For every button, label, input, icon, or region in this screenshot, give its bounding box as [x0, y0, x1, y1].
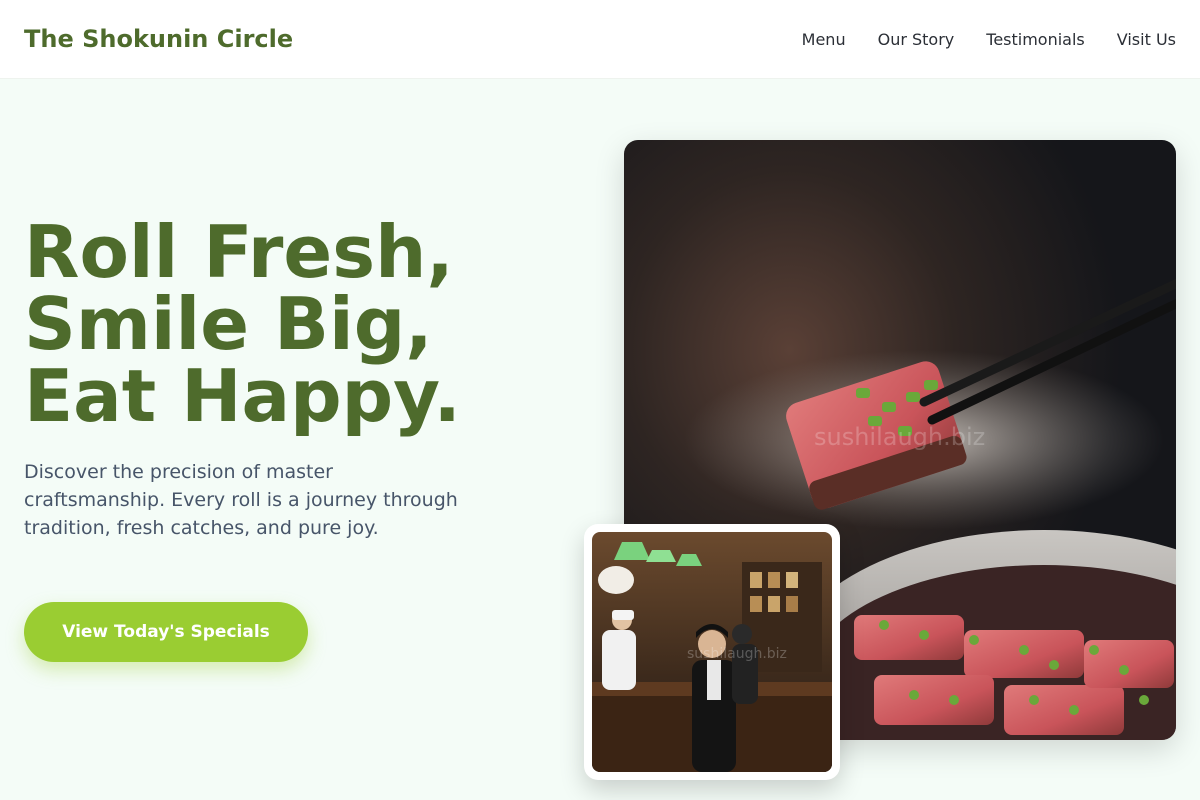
brand-logo[interactable]: The Shokunin Circle: [24, 25, 293, 53]
hero-title: Roll Fresh, Smile Big, Eat Happy.: [24, 216, 584, 432]
main-nav: Menu Our Story Testimonials Visit Us: [802, 30, 1176, 49]
hero-subtitle: Discover the precision of master craftsm…: [24, 461, 458, 539]
chef-counter-image: sushilaugh.biz: [592, 532, 832, 772]
nav-testimonials[interactable]: Testimonials: [986, 30, 1085, 49]
hero-title-line-1: Roll Fresh,: [24, 210, 454, 294]
nav-our-story[interactable]: Our Story: [878, 30, 955, 49]
hero-title-line-2: Smile Big,: [24, 282, 433, 366]
site-header: The Shokunin Circle Menu Our Story Testi…: [0, 0, 1200, 79]
view-specials-button[interactable]: View Today's Specials: [24, 602, 308, 662]
nav-menu[interactable]: Menu: [802, 30, 846, 49]
nav-visit-us[interactable]: Visit Us: [1117, 30, 1176, 49]
chef-counter-image-frame: sushilaugh.biz: [584, 524, 840, 780]
main-image-watermark: sushilaugh.biz: [814, 423, 985, 451]
hero-title-line-3: Eat Happy.: [24, 354, 461, 438]
inset-image-watermark: sushilaugh.biz: [687, 646, 787, 662]
